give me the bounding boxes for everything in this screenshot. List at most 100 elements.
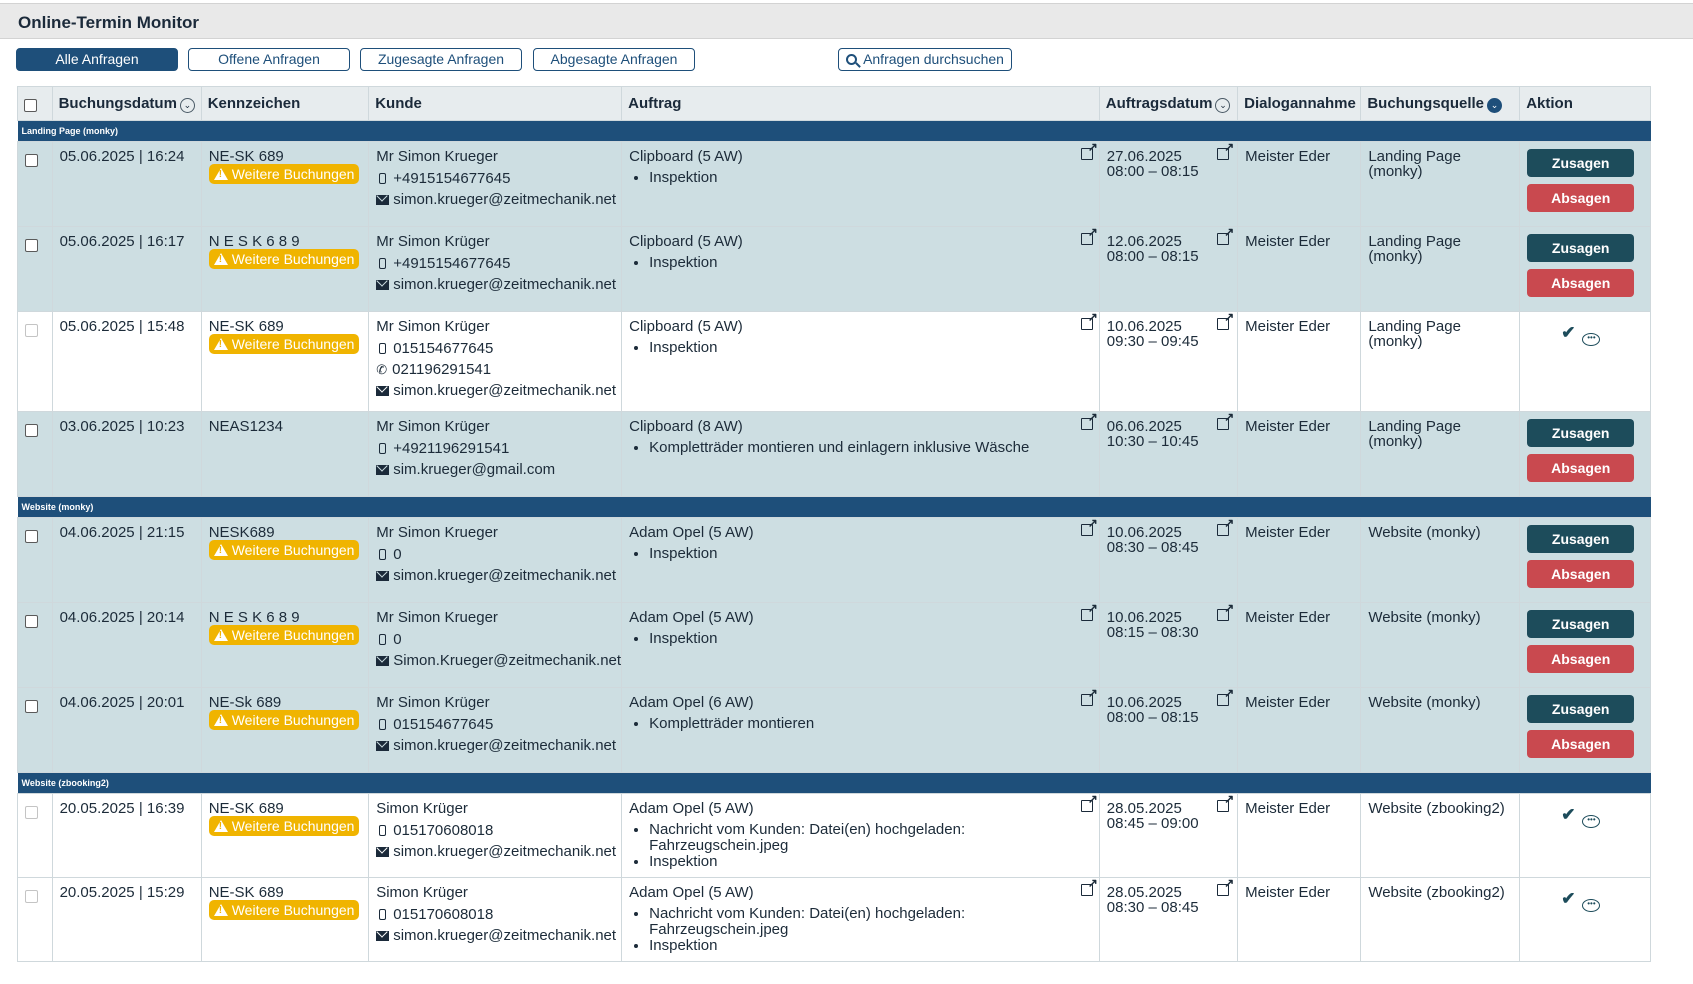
landline-number[interactable]: 021196291541 <box>392 361 491 378</box>
col-header-buchungsquelle[interactable]: Buchungsquelle ⌄ <box>1360 86 1521 121</box>
reject-button[interactable]: Absagen <box>1527 645 1635 673</box>
comment-icon[interactable]: ••• <box>1582 333 1601 346</box>
external-link-icon[interactable] <box>1217 876 1234 896</box>
external-link-icon[interactable] <box>1217 140 1234 160</box>
external-link-icon[interactable] <box>1080 686 1098 706</box>
row-checkbox[interactable] <box>25 530 38 543</box>
row-checkbox[interactable] <box>25 424 38 437</box>
external-link-icon[interactable] <box>1217 410 1234 430</box>
email-address[interactable]: simon.krueger@zeitmechanik.net <box>393 276 616 293</box>
external-link-icon[interactable] <box>1080 876 1098 896</box>
filter-open-button[interactable]: Offene Anfragen <box>188 48 350 71</box>
filter-accepted-button[interactable]: Zugesagte Anfragen <box>360 48 522 71</box>
external-link-icon[interactable] <box>1217 225 1234 245</box>
external-link-icon[interactable] <box>1080 516 1098 536</box>
mobile-number[interactable]: +4915154677645 <box>393 255 510 272</box>
row-checkbox[interactable] <box>25 615 38 628</box>
mobile-number[interactable]: 015154677645 <box>393 340 493 357</box>
sort-icon[interactable]: ⌄ <box>1215 97 1231 113</box>
accept-button[interactable]: Zusagen <box>1527 525 1635 553</box>
col-header-buchungsdatum[interactable]: Buchungsdatum ⌄ <box>51 86 202 121</box>
email-address[interactable]: simon.krueger@zeitmechanik.net <box>393 737 616 754</box>
accept-button[interactable]: Zusagen <box>1527 149 1635 177</box>
external-link-icon[interactable] <box>1217 601 1234 621</box>
row-checkbox[interactable] <box>25 154 38 167</box>
row-checkbox <box>25 806 38 819</box>
table-row[interactable]: 20.05.2025 | 15:29 NE-SK 689Weitere Buch… <box>17 876 1651 962</box>
sort-icon[interactable]: ⌄ <box>179 97 195 113</box>
external-link-icon[interactable] <box>1217 516 1234 536</box>
table-row[interactable]: 20.05.2025 | 16:39 NE-SK 689Weitere Buch… <box>17 792 1651 878</box>
warning-badge[interactable]: Weitere Buchungen <box>208 540 360 560</box>
external-link-icon[interactable] <box>1080 601 1098 621</box>
reject-button[interactable]: Absagen <box>1527 269 1635 297</box>
email-address[interactable]: simon.krueger@zeitmechanik.net <box>393 382 616 399</box>
external-link-icon[interactable] <box>1080 140 1098 160</box>
external-link-icon[interactable] <box>1080 225 1098 245</box>
select-all-header <box>17 86 53 121</box>
sort-active-icon[interactable]: ⌄ <box>1487 97 1503 113</box>
source: Website (monky) <box>1368 524 1481 541</box>
email-address[interactable]: simon.krueger@zeitmechanik.net <box>393 567 616 584</box>
table-row[interactable]: 04.06.2025 | 20:01 NE-Sk 689Weitere Buch… <box>17 686 1651 773</box>
table-row[interactable]: 04.06.2025 | 20:14 N E S K 6 8 9Weitere … <box>17 601 1651 688</box>
order-date-cell: 28.05.2025 08:30 – 08:45 <box>1098 876 1239 962</box>
filter-all-button[interactable]: Alle Anfragen <box>16 48 178 71</box>
accept-button[interactable]: Zusagen <box>1527 234 1635 262</box>
table-row[interactable]: 05.06.2025 | 16:24 NE-SK 689Weitere Buch… <box>17 140 1651 227</box>
row-checkbox[interactable] <box>25 700 38 713</box>
reject-button[interactable]: Absagen <box>1527 730 1635 758</box>
mobile-number[interactable]: 0 <box>393 546 401 563</box>
external-link-icon[interactable] <box>1080 310 1098 330</box>
email-address[interactable]: simon.krueger@zeitmechanik.net <box>393 191 616 208</box>
mobile-number[interactable]: 0 <box>393 631 401 648</box>
mobile-number[interactable]: 015170608018 <box>393 906 493 923</box>
mobile-number[interactable]: 015170608018 <box>393 822 493 839</box>
mobile-number[interactable]: +4915154677645 <box>393 170 510 187</box>
comment-icon[interactable]: ••• <box>1582 815 1601 828</box>
email-address[interactable]: Simon.Krueger@zeitmechanik.net <box>393 652 621 669</box>
mobile-number[interactable]: 015154677645 <box>393 716 493 733</box>
external-link-icon[interactable] <box>1217 792 1234 812</box>
reject-button[interactable]: Absagen <box>1527 560 1635 588</box>
external-link-icon[interactable] <box>1217 686 1234 706</box>
envelope-icon <box>376 931 390 941</box>
reject-button[interactable]: Absagen <box>1527 454 1635 482</box>
booked-date: 03.06.2025 | 10:23 <box>59 418 185 435</box>
table-row[interactable]: 05.06.2025 | 16:17 N E S K 6 8 9Weitere … <box>17 225 1651 312</box>
external-link-icon[interactable] <box>1080 792 1098 812</box>
warning-badge[interactable]: Weitere Buchungen <box>208 900 360 920</box>
warning-badge[interactable]: Weitere Buchungen <box>208 249 360 269</box>
comment-icon[interactable]: ••• <box>1582 899 1601 912</box>
select-all-checkbox[interactable] <box>24 98 37 112</box>
envelope-icon <box>376 656 390 666</box>
table-row[interactable]: 05.06.2025 | 15:48 NE-SK 689Weitere Buch… <box>17 310 1651 412</box>
row-checkbox[interactable] <box>25 239 38 252</box>
warning-badge[interactable]: Weitere Buchungen <box>208 816 360 836</box>
select-cell <box>17 311 53 412</box>
external-link-icon[interactable] <box>1080 410 1098 430</box>
done-indicator: ✔ ••• <box>1527 801 1643 828</box>
accept-button[interactable]: Zusagen <box>1527 695 1635 723</box>
email-address[interactable]: simon.krueger@zeitmechanik.net <box>393 927 616 944</box>
email-address[interactable]: simon.krueger@zeitmechanik.net <box>393 843 616 860</box>
reject-button[interactable]: Absagen <box>1527 184 1635 212</box>
plate: N E S K 6 8 9 <box>208 233 300 250</box>
warning-badge[interactable]: Weitere Buchungen <box>208 710 360 730</box>
accept-button[interactable]: Zusagen <box>1527 610 1635 638</box>
order-cell: Clipboard (5 AW) Inspektion <box>621 225 1100 312</box>
mobile-number[interactable]: +4921196291541 <box>393 440 509 457</box>
table-row[interactable]: 04.06.2025 | 21:15 NESK689Weitere Buchun… <box>17 516 1651 603</box>
warning-badge[interactable]: Weitere Buchungen <box>208 334 360 354</box>
col-header-auftragsdatum[interactable]: Auftragsdatum ⌄ <box>1098 86 1239 121</box>
warning-badge[interactable]: Weitere Buchungen <box>208 625 360 645</box>
order-cell: Adam Opel (5 AW) Inspektion <box>621 601 1100 688</box>
filter-rejected-button[interactable]: Abgesagte Anfragen <box>533 48 695 71</box>
accept-button[interactable]: Zusagen <box>1527 419 1635 447</box>
warning-badge[interactable]: Weitere Buchungen <box>208 164 360 184</box>
booked-date-cell: 03.06.2025 | 10:23 <box>51 411 202 497</box>
email-address[interactable]: sim.krueger@gmail.com <box>393 461 555 478</box>
search-button[interactable]: Anfragen durchsuchen <box>838 48 1012 71</box>
external-link-icon[interactable] <box>1217 310 1234 330</box>
table-row[interactable]: 03.06.2025 | 10:23 NEAS1234 Mr Simon Krü… <box>17 410 1651 497</box>
